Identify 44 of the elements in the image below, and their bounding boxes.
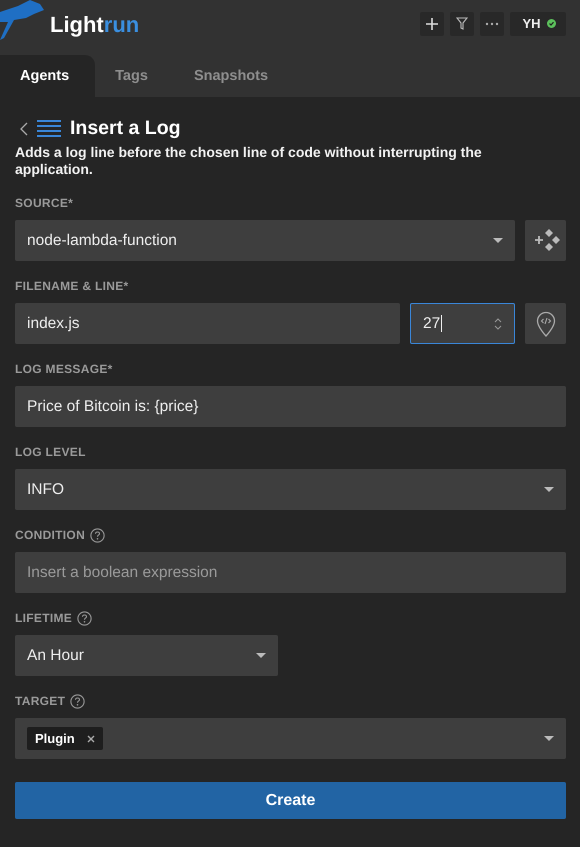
help-icon[interactable] <box>90 528 106 542</box>
field-label: SOURCE* <box>15 196 74 210</box>
dropdown-caret-icon <box>544 487 554 492</box>
stepper-icon[interactable] <box>494 316 502 330</box>
help-icon[interactable] <box>77 610 92 626</box>
field-label: CONDITION <box>15 528 86 542</box>
filter-icon <box>456 17 468 30</box>
field-label: FILENAME & LINE* <box>15 279 128 293</box>
icon-button[interactable] <box>525 303 566 344</box>
tab[interactable]: Snapshots <box>174 55 294 97</box>
filter-button[interactable] <box>450 12 474 36</box>
form-description: Adds a log line before the chosen line of code without interrupting the application. <box>15 144 483 178</box>
tab[interactable]: Tags <box>95 55 174 97</box>
field-label: LOG MESSAGE* <box>15 362 113 376</box>
user-button[interactable]: YH <box>510 12 566 36</box>
line-number-field[interactable]: 27 <box>410 303 515 344</box>
more-icon <box>485 22 499 26</box>
field-label: LOG LEVEL <box>15 445 86 459</box>
text-field[interactable]: Price of Bitcoin is: {price} <box>15 386 566 427</box>
logo-text: Lightrun <box>50 12 140 38</box>
help-icon[interactable] <box>70 694 86 708</box>
more-button[interactable] <box>480 12 504 36</box>
dropdown-caret-icon <box>493 238 503 243</box>
tag-chip: Plugin <box>27 727 103 750</box>
select-field[interactable]: node-lambda-function <box>15 220 515 261</box>
text-field[interactable]: Insert a boolean expression <box>15 552 566 593</box>
select-field[interactable]: INFO <box>15 469 566 510</box>
list-icon <box>37 120 61 137</box>
create-button[interactable]: Create <box>15 782 566 819</box>
icon-button[interactable] <box>525 220 566 261</box>
field-label: LIFETIME <box>15 611 72 625</box>
add-button[interactable] <box>420 12 444 36</box>
select-field[interactable]: An Hour <box>15 635 278 676</box>
filename-field[interactable]: index.js <box>15 303 400 344</box>
code-pin-icon <box>536 310 556 336</box>
plus-icon <box>426 18 438 30</box>
form-title: Insert a Log <box>70 117 181 140</box>
dropdown-caret-icon <box>544 736 554 741</box>
target-select-field[interactable]: Plugin <box>15 718 566 759</box>
field-label: TARGET <box>15 694 66 708</box>
dropdown-caret-icon <box>256 653 266 658</box>
tab[interactable]: Agents <box>0 55 96 97</box>
back-icon[interactable] <box>20 122 28 136</box>
remove-icon[interactable] <box>86 734 95 742</box>
